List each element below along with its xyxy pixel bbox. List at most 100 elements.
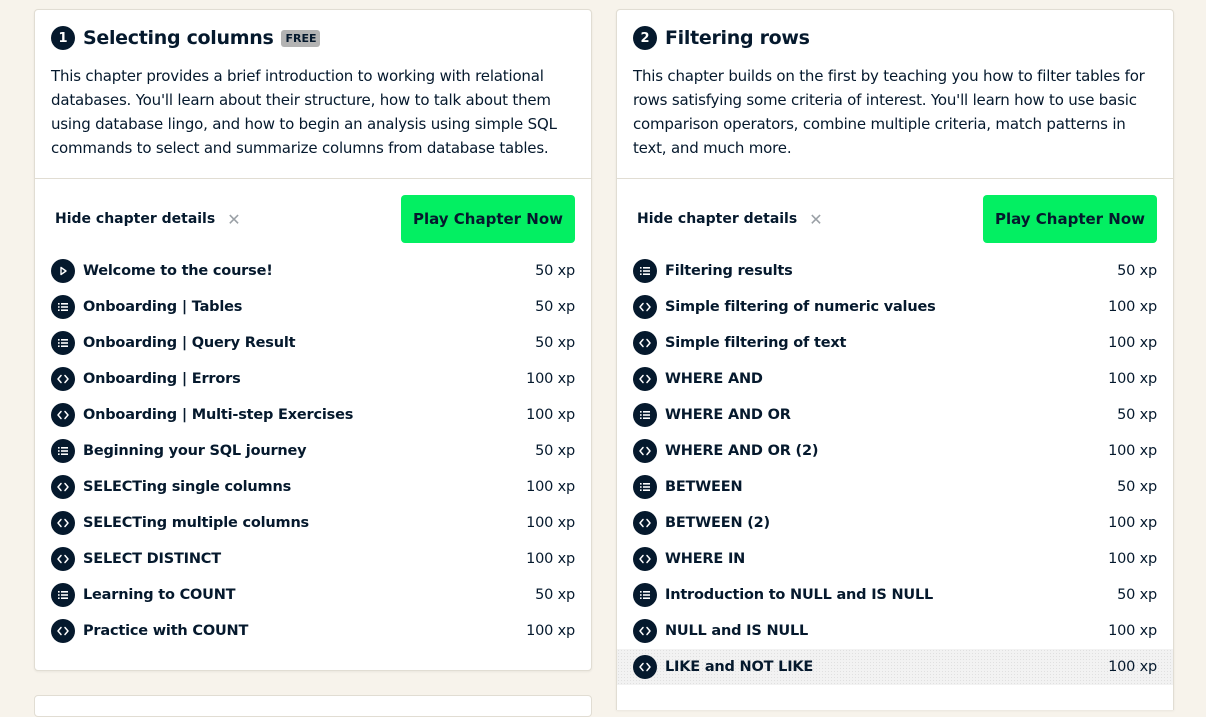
chapter-number-badge: 2 xyxy=(633,26,657,50)
list-icon xyxy=(51,295,75,319)
list-icon xyxy=(51,583,75,607)
code-icon xyxy=(633,295,657,319)
exercise-main: Onboarding | Multi-step Exercises xyxy=(51,403,353,427)
close-icon: ✕ xyxy=(809,209,823,229)
code-icon xyxy=(51,403,75,427)
exercise-xp: 50 xp xyxy=(535,299,575,315)
exercise-item[interactable]: Beginning your SQL journey 50 xp xyxy=(35,433,591,469)
chapter-card-2: 2 Filtering rows This chapter builds on … xyxy=(616,9,1174,710)
hide-chapter-details-button[interactable]: Hide chapter details ✕ xyxy=(633,210,823,229)
exercise-item[interactable]: WHERE AND OR 50 xp xyxy=(617,397,1173,433)
code-icon xyxy=(633,619,657,643)
chapter-header: 2 Filtering rows This chapter builds on … xyxy=(617,10,1173,179)
exercise-xp: 50 xp xyxy=(1117,587,1157,603)
exercise-main: Onboarding | Tables xyxy=(51,295,242,319)
exercise-main: Introduction to NULL and IS NULL xyxy=(633,583,933,607)
exercise-title: Welcome to the course! xyxy=(83,263,273,279)
exercise-item[interactable]: Welcome to the course! 50 xp xyxy=(35,253,591,289)
exercise-main: Simple filtering of text xyxy=(633,331,846,355)
exercise-main: Simple filtering of numeric values xyxy=(633,295,936,319)
exercise-item[interactable]: SELECTing multiple columns 100 xp xyxy=(35,505,591,541)
exercise-title: Beginning your SQL journey xyxy=(83,443,307,459)
code-icon xyxy=(633,547,657,571)
exercise-xp: 100 xp xyxy=(1108,515,1157,531)
exercise-xp: 50 xp xyxy=(1117,479,1157,495)
exercise-item[interactable]: Practice with COUNT 100 xp xyxy=(35,613,591,649)
exercise-item[interactable]: SELECTing single columns 100 xp xyxy=(35,469,591,505)
exercise-title: BETWEEN xyxy=(665,479,743,495)
exercise-item[interactable]: WHERE AND OR (2) 100 xp xyxy=(617,433,1173,469)
exercise-item[interactable]: Simple filtering of numeric values 100 xp xyxy=(617,289,1173,325)
exercise-main: Learning to COUNT xyxy=(51,583,236,607)
exercise-main: WHERE AND OR xyxy=(633,403,791,427)
exercise-xp: 100 xp xyxy=(1108,371,1157,387)
exercise-item[interactable]: SELECT DISTINCT 100 xp xyxy=(35,541,591,577)
chapter-card-3 xyxy=(34,695,592,717)
code-icon xyxy=(51,367,75,391)
play-chapter-button[interactable]: Play Chapter Now xyxy=(401,195,575,243)
exercise-xp: 50 xp xyxy=(1117,263,1157,279)
exercise-xp: 100 xp xyxy=(526,623,575,639)
exercise-main: Onboarding | Query Result xyxy=(51,331,296,355)
exercise-xp: 50 xp xyxy=(535,443,575,459)
exercise-title: WHERE AND xyxy=(665,371,763,387)
exercise-title: Simple filtering of numeric values xyxy=(665,299,936,315)
exercise-xp: 100 xp xyxy=(526,371,575,387)
exercise-main: Filtering results xyxy=(633,259,793,283)
exercise-item[interactable]: BETWEEN 50 xp xyxy=(617,469,1173,505)
exercise-title: Onboarding | Errors xyxy=(83,371,241,387)
exercise-item[interactable]: Simple filtering of text 100 xp xyxy=(617,325,1173,361)
list-icon xyxy=(51,439,75,463)
exercise-xp: 100 xp xyxy=(1108,335,1157,351)
exercise-item[interactable]: BETWEEN (2) 100 xp xyxy=(617,505,1173,541)
play-chapter-button[interactable]: Play Chapter Now xyxy=(983,195,1157,243)
exercise-item[interactable]: Onboarding | Errors 100 xp xyxy=(35,361,591,397)
exercise-title: WHERE AND OR (2) xyxy=(665,443,819,459)
exercise-main: WHERE AND xyxy=(633,367,763,391)
exercise-xp: 100 xp xyxy=(526,479,575,495)
exercise-title: SELECTing multiple columns xyxy=(83,515,309,531)
list-icon xyxy=(633,583,657,607)
exercise-main: SELECTing single columns xyxy=(51,475,291,499)
hide-chapter-details-button[interactable]: Hide chapter details ✕ xyxy=(51,210,241,229)
code-icon xyxy=(51,547,75,571)
exercise-xp: 100 xp xyxy=(1108,659,1157,675)
chapter-title[interactable]: Filtering rows xyxy=(665,27,810,49)
exercise-main: WHERE AND OR (2) xyxy=(633,439,818,463)
exercise-item[interactable]: Filtering results 50 xp xyxy=(617,253,1173,289)
exercise-item[interactable]: WHERE IN 100 xp xyxy=(617,541,1173,577)
list-icon xyxy=(633,259,657,283)
exercise-item[interactable]: Onboarding | Tables 50 xp xyxy=(35,289,591,325)
code-icon xyxy=(633,439,657,463)
exercise-item[interactable]: Introduction to NULL and IS NULL 50 xp xyxy=(617,577,1173,613)
exercise-main: BETWEEN xyxy=(633,475,743,499)
exercise-title: SELECT DISTINCT xyxy=(83,551,221,567)
exercise-list: Welcome to the course! 50 xp Onboarding | … xyxy=(51,253,575,649)
exercise-title: Introduction to NULL and IS NULL xyxy=(665,587,934,603)
exercise-xp: 100 xp xyxy=(526,515,575,531)
exercise-item[interactable]: Onboarding | Multi-step Exercises 100 xp xyxy=(35,397,591,433)
hide-chapter-details-label: Hide chapter details xyxy=(55,211,216,227)
exercise-item[interactable]: WHERE AND 100 xp xyxy=(617,361,1173,397)
chapter-title[interactable]: Selecting columns xyxy=(83,27,274,49)
exercise-main: Practice with COUNT xyxy=(51,619,248,643)
exercise-item[interactable]: LIKE and NOT LIKE 100 xp xyxy=(617,649,1173,685)
exercise-item[interactable]: Learning to COUNT 50 xp xyxy=(35,577,591,613)
code-icon xyxy=(633,331,657,355)
exercise-item[interactable]: Onboarding | Query Result 50 xp xyxy=(35,325,591,361)
code-icon xyxy=(51,619,75,643)
exercise-main: Onboarding | Errors xyxy=(51,367,241,391)
free-badge: FREE xyxy=(281,29,321,47)
exercise-xp: 100 xp xyxy=(1108,443,1157,459)
exercise-title: Onboarding | Tables xyxy=(83,299,243,315)
exercise-xp: 100 xp xyxy=(1108,623,1157,639)
chapter-description: This chapter provides a brief introducti… xyxy=(51,67,557,157)
exercise-main: SELECTing multiple columns xyxy=(51,511,309,535)
exercise-xp: 50 xp xyxy=(535,263,575,279)
exercise-title: Practice with COUNT xyxy=(83,623,249,639)
exercise-main: Beginning your SQL journey xyxy=(51,439,307,463)
code-icon xyxy=(51,511,75,535)
exercise-main: WHERE IN xyxy=(633,547,745,571)
exercise-xp: 50 xp xyxy=(1117,407,1157,423)
exercise-item[interactable]: NULL and IS NULL 100 xp xyxy=(617,613,1173,649)
